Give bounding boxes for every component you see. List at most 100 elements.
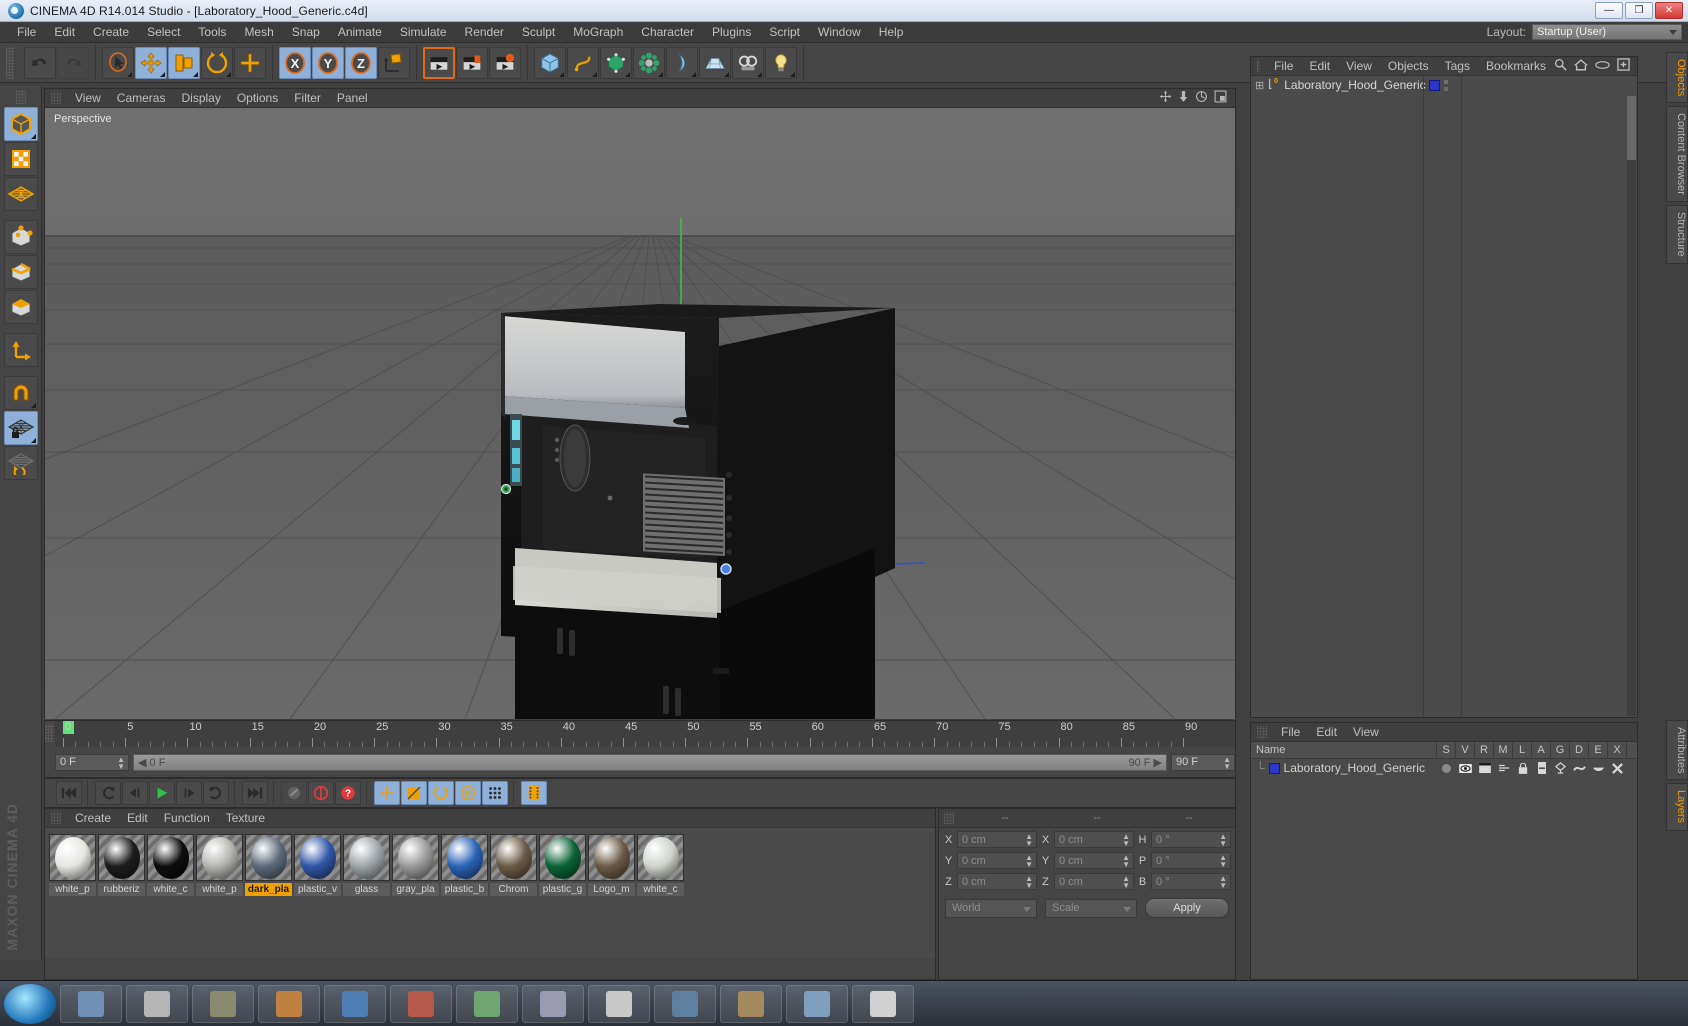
coord-rotation-field-p[interactable]: 0 ° ▲ ▼ xyxy=(1151,852,1231,869)
cursor-plus-button[interactable] xyxy=(234,46,266,79)
model-mode-button[interactable] xyxy=(3,107,38,141)
layer-color-tag[interactable] xyxy=(1428,79,1440,91)
viewport-menu-cameras[interactable]: Cameras xyxy=(109,89,174,108)
coord-position-field-z[interactable]: 0 cm ▲ ▼ xyxy=(957,873,1037,890)
menu-sculpt[interactable]: Sculpt xyxy=(513,22,564,43)
add-spline-button[interactable] xyxy=(567,46,599,79)
spinner-icon[interactable]: ▲ ▼ xyxy=(1223,755,1231,770)
enable-snapping-button[interactable] xyxy=(3,376,38,410)
lock-z-button[interactable]: Z xyxy=(345,46,377,79)
object-manager-tree[interactable]: ⊞ 0 Laboratory_Hood_Generic xyxy=(1251,76,1637,717)
layer-color-swatch[interactable] xyxy=(1268,762,1280,774)
coord-rotation-field-h[interactable]: 0 ° ▲ ▼ xyxy=(1151,831,1231,848)
object-manager-scrollbar[interactable] xyxy=(1627,96,1636,716)
home-icon[interactable] xyxy=(1574,58,1588,74)
viewport-menu-options[interactable]: Options xyxy=(229,89,286,108)
scrollbar-thumb[interactable] xyxy=(1627,96,1636,160)
menu-render[interactable]: Render xyxy=(456,22,513,43)
add-cube-button[interactable] xyxy=(534,46,566,79)
material-preview[interactable] xyxy=(98,834,145,881)
maximize-icon[interactable] xyxy=(1214,90,1227,106)
layer-xref-toggle[interactable] xyxy=(1608,762,1627,774)
object-menu-view[interactable]: View xyxy=(1338,57,1380,76)
tab-structure[interactable]: Structure xyxy=(1666,205,1688,264)
layer-generator-toggle[interactable] xyxy=(1551,762,1570,774)
material-menu-texture[interactable]: Texture xyxy=(218,809,273,828)
object-menu-objects[interactable]: Objects xyxy=(1380,57,1437,76)
move-button[interactable] xyxy=(135,46,167,79)
layer-animation-toggle[interactable] xyxy=(1532,762,1551,774)
material-preview[interactable] xyxy=(539,834,586,881)
layer-column-d[interactable]: D xyxy=(1570,741,1589,759)
add-floor-button[interactable] xyxy=(699,46,731,79)
viewport-menu-filter[interactable]: Filter xyxy=(286,89,329,108)
layer-column-v[interactable]: V xyxy=(1456,741,1475,759)
render-view-button[interactable] xyxy=(423,46,455,79)
add-light-button[interactable] xyxy=(765,46,797,79)
material-preview[interactable] xyxy=(294,834,341,881)
taskbar-item[interactable] xyxy=(324,984,386,1023)
material-preview[interactable] xyxy=(49,834,96,881)
lock-x-button[interactable]: X xyxy=(279,46,311,79)
scale-key-button[interactable] xyxy=(401,781,427,805)
layer-manager-toggle[interactable] xyxy=(1494,763,1513,773)
layer-solo-toggle[interactable] xyxy=(1437,763,1456,773)
viewport-canvas[interactable]: Perspective xyxy=(45,108,1235,719)
coord-size-field-y[interactable]: 0 cm ▲ ▼ xyxy=(1054,852,1134,869)
rotate-button[interactable] xyxy=(201,46,233,79)
layer-column-l[interactable]: L xyxy=(1513,741,1532,759)
material-menu-create[interactable]: Create xyxy=(67,809,119,828)
search-icon[interactable] xyxy=(1554,58,1567,74)
layer-menu-file[interactable]: File xyxy=(1273,723,1308,742)
current-frame-field[interactable]: 0 F ▲ ▼ xyxy=(55,753,129,771)
coord-size-field-x[interactable]: 0 cm ▲ ▼ xyxy=(1054,831,1134,848)
coord-rotation-field-b[interactable]: 0 ° ▲ ▼ xyxy=(1151,873,1231,890)
go-to-start-button[interactable] xyxy=(56,781,82,805)
taskbar-item[interactable] xyxy=(654,984,716,1023)
material-swatch[interactable]: plastic_b xyxy=(441,834,488,896)
layer-menu-view[interactable]: View xyxy=(1345,723,1387,742)
layer-lock-toggle[interactable] xyxy=(1513,762,1532,774)
add-bend-deformer-button[interactable] xyxy=(666,46,698,79)
timeline-ruler[interactable]: 0 5 10 15 20 25 30 35 40 45 50 55 60 65 70 75 80 85 90 xyxy=(45,721,1235,747)
menu-script[interactable]: Script xyxy=(760,22,809,43)
menu-mesh[interactable]: Mesh xyxy=(235,22,282,43)
spinner-icon[interactable]: ▲ ▼ xyxy=(1122,875,1130,890)
viewport-menu-display[interactable]: Display xyxy=(173,89,228,108)
coordinate-system-dropdown[interactable]: World xyxy=(945,898,1037,918)
eye-icon[interactable] xyxy=(1595,59,1610,73)
layer-column-g[interactable]: G xyxy=(1551,741,1570,759)
layer-column-r[interactable]: R xyxy=(1475,741,1494,759)
texture-mode-button[interactable] xyxy=(3,142,38,176)
material-swatch[interactable]: glass xyxy=(343,834,390,896)
spinner-icon[interactable]: ▲ ▼ xyxy=(1219,875,1227,890)
expand-icon[interactable]: ⊞ xyxy=(1255,79,1264,92)
render-settings-button[interactable] xyxy=(489,46,521,79)
tab-objects[interactable]: Objects xyxy=(1666,52,1688,104)
material-preview[interactable] xyxy=(343,834,390,881)
tab-layers[interactable]: Layers xyxy=(1666,783,1688,831)
taskbar-item[interactable] xyxy=(390,984,452,1023)
menu-edit[interactable]: Edit xyxy=(45,22,84,43)
layout-dropdown[interactable]: Startup (User) xyxy=(1532,24,1682,40)
menu-help[interactable]: Help xyxy=(870,22,913,43)
layer-row[interactable]: └ Laboratory_Hood_Generic xyxy=(1251,759,1637,777)
workplane-align-button[interactable] xyxy=(3,446,38,480)
layer-column-a[interactable]: A xyxy=(1532,741,1551,759)
object-menu-bookmarks[interactable]: Bookmarks xyxy=(1478,57,1554,76)
taskbar-item[interactable] xyxy=(258,984,320,1023)
coordinate-manager-drag-handle[interactable] xyxy=(944,812,954,824)
play-button[interactable] xyxy=(149,781,175,805)
autokeying-button[interactable] xyxy=(308,781,334,805)
palette-drag-handle[interactable] xyxy=(15,90,26,104)
taskbar-item[interactable] xyxy=(852,984,914,1023)
render-to-picture-viewer-button[interactable] xyxy=(456,46,488,79)
menu-animate[interactable]: Animate xyxy=(329,22,391,43)
spinner-icon[interactable]: ▲ ▼ xyxy=(1122,854,1130,869)
preview-end-field[interactable]: 90 F ▲ ▼ xyxy=(1171,753,1235,771)
lock-workplane-button[interactable] xyxy=(3,411,38,445)
timeline-settings-button[interactable] xyxy=(521,781,547,805)
material-preview[interactable] xyxy=(147,834,194,881)
edges-mode-button[interactable] xyxy=(3,255,38,289)
toolbar-drag-handle[interactable] xyxy=(6,46,14,79)
